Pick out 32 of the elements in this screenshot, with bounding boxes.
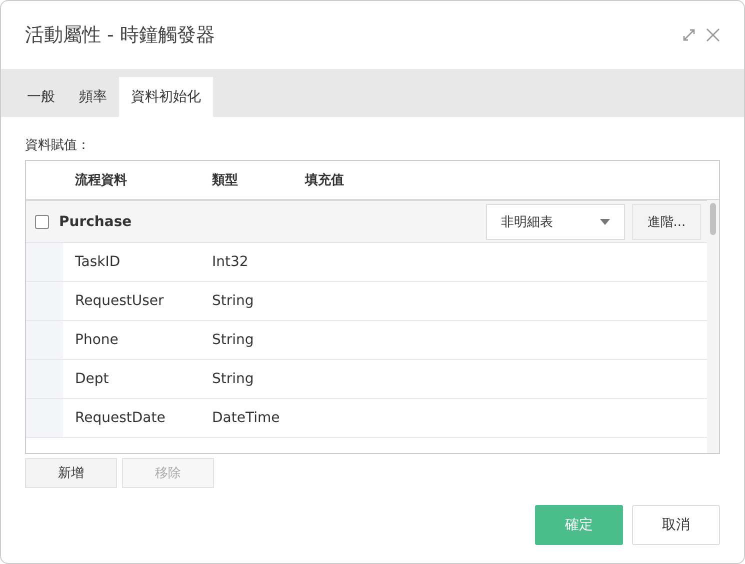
table-cell: String bbox=[212, 332, 254, 348]
scrollbar[interactable] bbox=[707, 200, 719, 453]
group-name: Purchase bbox=[59, 214, 133, 230]
caret-icon bbox=[600, 218, 610, 224]
table-cell-text: RequestDate bbox=[75, 410, 166, 426]
row-gutter bbox=[26, 282, 63, 320]
checkbox[interactable] bbox=[35, 214, 49, 228]
tab[interactable]: 一般 bbox=[15, 77, 67, 117]
column-header: 流程資料 bbox=[75, 172, 128, 189]
column-header: 填充值 bbox=[305, 172, 345, 189]
table-cell: Int32 bbox=[212, 254, 248, 270]
row-gutter bbox=[26, 399, 63, 437]
table-cell-text: RequestUser bbox=[75, 293, 165, 309]
table-cell: String bbox=[212, 293, 254, 309]
table-cell-text: TaskID bbox=[75, 254, 122, 270]
table-cell: String bbox=[212, 371, 254, 387]
advanced-button[interactable]: 進階... bbox=[632, 204, 701, 240]
section-label: 資料賦值： bbox=[25, 137, 91, 154]
row-gutter bbox=[26, 321, 63, 359]
window-title: 活動屬性 - 時鐘觸發器 bbox=[25, 23, 215, 48]
table-cell-text: Phone bbox=[75, 332, 120, 348]
add-button[interactable]: 新增 bbox=[25, 458, 117, 488]
table-cell: DateTime bbox=[212, 410, 280, 426]
column-header: 類型 bbox=[212, 172, 239, 189]
expand-icon[interactable] bbox=[682, 28, 696, 42]
tab[interactable]: 資料初始化 bbox=[119, 77, 213, 117]
table-cell-text: Dept bbox=[75, 371, 110, 387]
type-dropdown[interactable]: 非明細表 bbox=[486, 204, 625, 240]
cancel-button[interactable]: 取消 bbox=[632, 505, 720, 545]
row-gutter bbox=[26, 360, 63, 398]
close-icon[interactable] bbox=[706, 28, 720, 42]
tab[interactable]: 頻率 bbox=[67, 77, 119, 117]
